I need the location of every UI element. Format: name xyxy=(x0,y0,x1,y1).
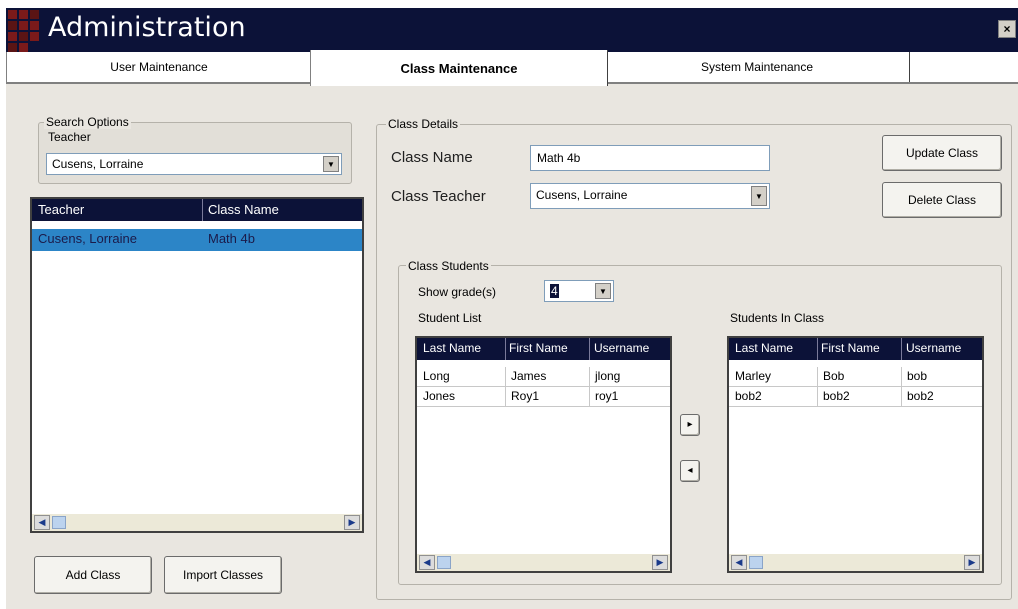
teacher-label: Teacher xyxy=(48,130,91,144)
app-logo-icon xyxy=(6,8,50,52)
delete-class-button[interactable]: Delete Class xyxy=(882,182,1002,218)
cell-teacher: Cusens, Lorraine xyxy=(38,231,137,246)
column-header-username[interactable]: Username xyxy=(594,341,649,355)
teacher-search-value: Cusens, Lorraine xyxy=(52,157,144,171)
scrollbar-thumb[interactable] xyxy=(52,516,66,529)
class-name-label: Class Name xyxy=(391,149,473,166)
class-teacher-select[interactable]: Cusens, Lorraine ▼ xyxy=(530,183,770,209)
students-in-class-table[interactable]: Last Name First Name Username Marley Bob… xyxy=(727,336,984,573)
cell-first-name: bob2 xyxy=(823,389,850,403)
class-teacher-value: Cusens, Lorraine xyxy=(536,188,628,202)
horizontal-scrollbar[interactable]: ◀ ▶ xyxy=(417,554,670,571)
column-header-last-name[interactable]: Last Name xyxy=(735,341,793,355)
add-class-button[interactable]: Add Class xyxy=(34,556,152,594)
horizontal-scrollbar[interactable]: ◀ ▶ xyxy=(729,554,982,571)
cell-username: jlong xyxy=(595,369,621,383)
horizontal-scrollbar[interactable]: ◀ ▶ xyxy=(32,514,362,531)
teacher-search-select[interactable]: Cusens, Lorraine ▼ xyxy=(46,153,342,175)
cell-class-name: Math 4b xyxy=(208,231,255,246)
scroll-left-icon[interactable]: ◀ xyxy=(419,555,435,570)
cell-username: bob xyxy=(907,369,928,383)
tab-user-maintenance[interactable]: User Maintenance xyxy=(6,52,312,82)
cell-username: bob2 xyxy=(907,389,934,403)
update-class-button[interactable]: Update Class xyxy=(882,135,1002,171)
cell-first-name: James xyxy=(511,369,547,383)
class-list-header: Teacher Class Name xyxy=(32,199,362,221)
scroll-right-icon[interactable]: ▶ xyxy=(652,555,668,570)
students-in-class-header: Last Name First Name Username xyxy=(729,338,982,360)
class-teacher-label: Class Teacher xyxy=(391,188,486,205)
scroll-left-icon[interactable]: ◀ xyxy=(34,515,50,530)
grade-select[interactable]: 4 ▼ xyxy=(544,280,614,302)
arrow-right-icon: ▸ xyxy=(687,419,693,430)
remove-student-arrow-button[interactable]: ◂ xyxy=(680,460,700,482)
show-grades-label: Show grade(s) xyxy=(418,285,497,299)
column-header-first-name[interactable]: First Name xyxy=(821,341,880,355)
cell-first-name: Roy1 xyxy=(511,389,540,403)
add-student-arrow-button[interactable]: ▸ xyxy=(680,414,700,436)
scrollbar-thumb[interactable] xyxy=(437,556,451,569)
grade-value: 4 xyxy=(550,284,559,298)
table-row[interactable]: Long James jlong xyxy=(417,367,670,386)
student-list-header: Last Name First Name Username xyxy=(417,338,670,360)
window-title: Administration xyxy=(48,12,246,43)
cell-first-name: Bob xyxy=(823,369,845,383)
table-row[interactable]: bob2 bob2 bob2 xyxy=(729,387,982,406)
students-in-class-label: Students In Class xyxy=(730,311,825,325)
arrow-left-icon: ◂ xyxy=(687,465,693,476)
column-header-last-name[interactable]: Last Name xyxy=(423,341,481,355)
tab-class-maintenance[interactable]: Class Maintenance xyxy=(310,50,608,86)
cell-last-name: Marley xyxy=(735,369,772,383)
scroll-right-icon[interactable]: ▶ xyxy=(964,555,980,570)
cell-last-name: bob2 xyxy=(735,389,762,403)
chevron-down-icon[interactable]: ▼ xyxy=(323,156,339,172)
student-list-table[interactable]: Last Name First Name Username Long James… xyxy=(415,336,672,573)
tab-system-maintenance[interactable]: System Maintenance xyxy=(604,52,910,82)
close-button[interactable]: × xyxy=(998,20,1016,38)
class-name-input[interactable]: Math 4b xyxy=(530,145,770,171)
table-row[interactable]: Jones Roy1 roy1 xyxy=(417,387,670,406)
cell-last-name: Jones xyxy=(423,389,456,403)
import-classes-button[interactable]: Import Classes xyxy=(164,556,282,594)
chevron-down-icon[interactable]: ▼ xyxy=(595,283,611,299)
scroll-left-icon[interactable]: ◀ xyxy=(731,555,747,570)
column-header-first-name[interactable]: First Name xyxy=(509,341,568,355)
cell-username: roy1 xyxy=(595,389,619,403)
scrollbar-thumb[interactable] xyxy=(749,556,763,569)
chevron-down-icon[interactable]: ▼ xyxy=(751,186,767,206)
student-list-label: Student List xyxy=(418,311,482,325)
column-header-class-name[interactable]: Class Name xyxy=(208,202,279,217)
class-students-legend: Class Students xyxy=(406,259,491,273)
column-header-username[interactable]: Username xyxy=(906,341,961,355)
cell-last-name: Long xyxy=(423,369,450,383)
class-list-table[interactable]: Teacher Class Name Cusens, Lorraine Math… xyxy=(30,197,364,533)
table-row[interactable]: Marley Bob bob xyxy=(729,367,982,386)
table-row[interactable]: Cusens, Lorraine Math 4b xyxy=(32,229,362,251)
class-details-legend: Class Details xyxy=(386,117,461,131)
scroll-right-icon[interactable]: ▶ xyxy=(344,515,360,530)
search-options-legend: Search Options xyxy=(44,115,131,129)
column-header-teacher[interactable]: Teacher xyxy=(38,202,84,217)
